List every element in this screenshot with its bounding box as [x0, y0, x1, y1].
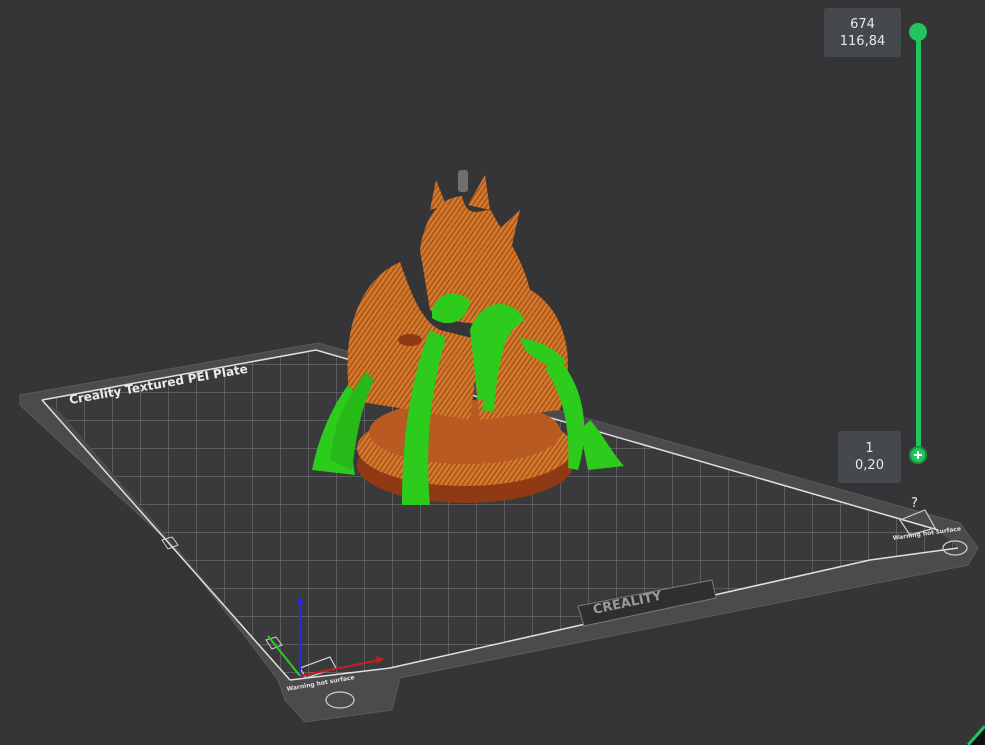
top-layer-label: 674 116,84: [824, 8, 901, 57]
3d-viewport[interactable]: Creality Textured PEI Plate CREALITY War…: [0, 0, 985, 745]
sliced-model[interactable]: [347, 170, 573, 503]
bottom-layer-handle[interactable]: [909, 446, 927, 464]
top-layer-height: 116,84: [839, 33, 886, 49]
bottom-layer-label: 1 0,20: [838, 431, 901, 483]
help-icon[interactable]: ?: [911, 496, 918, 511]
top-layer-handle[interactable]: [909, 23, 927, 41]
top-layer-number: 674: [850, 16, 875, 32]
layer-slider-track[interactable]: [916, 32, 921, 455]
bottom-layer-height: 0,20: [855, 458, 884, 473]
bottom-layer-number: 1: [865, 441, 874, 456]
corner-indicator-icon: [966, 724, 985, 745]
